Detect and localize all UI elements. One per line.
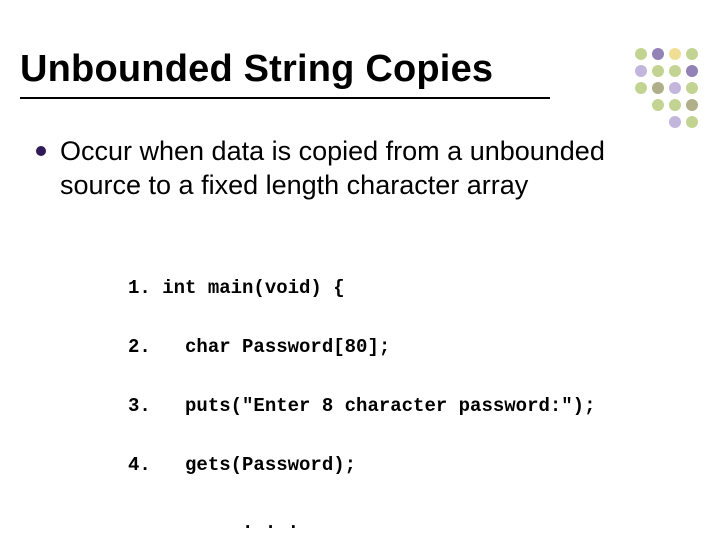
bullet-item: Occur when data is copied from a unbound… [36,135,684,203]
code-block: 1. int main(void) { 2. char Password[80]… [128,245,684,540]
title-block: Unbounded String Copies [20,48,700,99]
deco-dot [652,116,664,128]
deco-dot [686,99,698,111]
code-line: 2. char Password[80]; [128,333,684,362]
bullet-disc-icon [36,146,46,156]
deco-dot [635,99,647,111]
bullet-text: Occur when data is copied from a unbound… [60,135,684,203]
slide-body: Occur when data is copied from a unbound… [36,135,684,540]
code-line: 3. puts("Enter 8 character password:"); [128,392,684,421]
deco-dot [669,116,681,128]
code-line: . . . [128,509,684,538]
slide: Unbounded String Copies Occur when data … [0,0,720,540]
deco-dot [669,99,681,111]
code-line: 1. int main(void) { [128,274,684,303]
deco-dot [635,116,647,128]
slide-title: Unbounded String Copies [20,48,700,91]
deco-dot [652,99,664,111]
title-underline [20,97,550,99]
deco-dot [686,116,698,128]
code-line: 4. gets(Password); [128,451,684,480]
